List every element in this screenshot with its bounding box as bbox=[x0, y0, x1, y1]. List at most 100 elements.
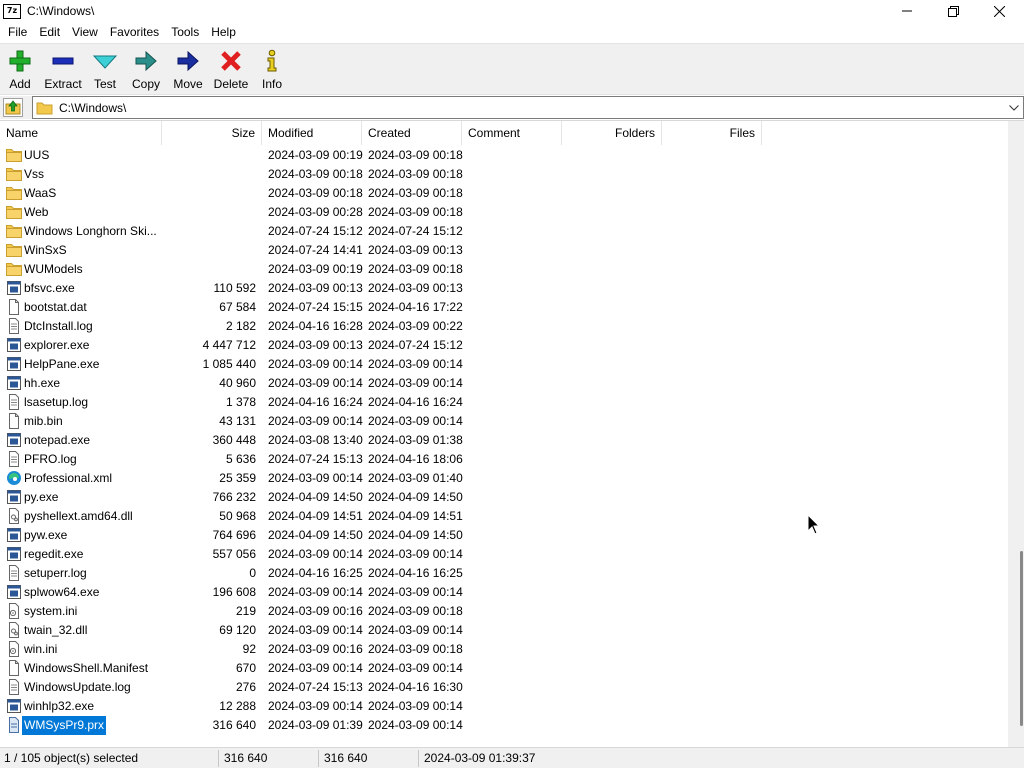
file-row[interactable]: HelpPane.exe 1 085 440 2024-03-09 00:14 202… bbox=[0, 355, 1008, 374]
file-row[interactable]: Windows Longhorn Ski... 2024-07-24 15:12 2… bbox=[0, 222, 1008, 241]
file-row[interactable]: Professional.xml 25 359 2024-03-09 00:14 20… bbox=[0, 469, 1008, 488]
file-size: 1 085 440 bbox=[202, 357, 256, 371]
file-modified: 2024-03-09 00:28 bbox=[268, 205, 363, 219]
file-size: 196 608 bbox=[212, 585, 256, 599]
file-row[interactable]: UUS 2024-03-09 00:19 2024-03-09 00:18 bbox=[0, 146, 1008, 165]
file-row[interactable]: lsasetup.log 1 378 2024-04-16 16:24 2024-04… bbox=[0, 393, 1008, 412]
restore-icon bbox=[947, 5, 959, 17]
file-row[interactable]: py.exe 766 232 2024-04-09 14:50 2024-04-09 … bbox=[0, 488, 1008, 507]
application-icon bbox=[7, 281, 21, 295]
file-size: 69 120 bbox=[219, 623, 256, 637]
status-selection: 1 / 105 object(s) selected bbox=[4, 751, 139, 765]
up-folder-button[interactable] bbox=[3, 98, 23, 117]
status-modified: 2024-03-09 01:39:37 bbox=[424, 751, 536, 765]
close-icon bbox=[993, 5, 1005, 17]
file-row[interactable]: bfsvc.exe 110 592 2024-03-09 00:13 2024-03-… bbox=[0, 279, 1008, 298]
toolbar: Add Extract Test Copy Move Delete Info bbox=[0, 43, 1024, 95]
menu-view[interactable]: View bbox=[66, 22, 104, 43]
column-comment[interactable]: Comment bbox=[462, 121, 562, 145]
file-row[interactable]: DtcInstall.log 2 182 2024-04-16 16:28 2024-… bbox=[0, 317, 1008, 336]
scrollbar-thumb[interactable] bbox=[1020, 551, 1023, 726]
text-file-icon bbox=[9, 394, 19, 410]
file-size: 766 232 bbox=[212, 490, 256, 504]
file-row[interactable]: WindowsShell.Manifest 670 2024-03-09 00:14… bbox=[0, 659, 1008, 678]
file-created: 2024-03-09 00:14 bbox=[368, 357, 463, 371]
file-created: 2024-07-24 15:12 bbox=[368, 224, 463, 238]
status-packed-size: 316 640 bbox=[324, 751, 368, 765]
close-button[interactable] bbox=[976, 0, 1022, 22]
column-folders[interactable]: Folders bbox=[562, 121, 662, 145]
menu-edit[interactable]: Edit bbox=[33, 22, 66, 43]
file-row[interactable]: bootstat.dat 67 584 2024-07-24 15:15 2024-0… bbox=[0, 298, 1008, 317]
copy-label: Copy bbox=[131, 77, 160, 91]
extract-button[interactable]: Extract bbox=[42, 47, 84, 91]
file-created: 2024-07-24 15:12 bbox=[368, 338, 463, 352]
file-modified: 2024-03-09 00:13 bbox=[268, 281, 363, 295]
file-created: 2024-03-09 00:14 bbox=[368, 376, 463, 390]
column-modified[interactable]: Modified bbox=[262, 121, 362, 145]
file-row[interactable]: system.ini 219 2024-03-09 00:16 2024-03-09 … bbox=[0, 602, 1008, 621]
delete-button[interactable]: Delete bbox=[212, 47, 250, 91]
move-button[interactable]: Move bbox=[172, 47, 204, 91]
file-row[interactable]: notepad.exe 360 448 2024-03-08 13:40 2024-0… bbox=[0, 431, 1008, 450]
folder-up-icon bbox=[5, 100, 21, 115]
file-row[interactable]: PFRO.log 5 636 2024-07-24 15:13 2024-04-16 … bbox=[0, 450, 1008, 469]
file-name: py.exe bbox=[24, 490, 59, 504]
menu-help[interactable]: Help bbox=[205, 22, 242, 43]
column-size[interactable]: Size bbox=[162, 121, 262, 145]
extract-label: Extract bbox=[44, 77, 82, 91]
file-row[interactable]: winhlp32.exe 12 288 2024-03-09 00:14 2024-0… bbox=[0, 697, 1008, 716]
file-name: system.ini bbox=[24, 604, 78, 618]
file-row[interactable]: splwow64.exe 196 608 2024-03-09 00:14 2024-… bbox=[0, 583, 1008, 602]
file-name: DtcInstall.log bbox=[24, 319, 93, 333]
file-row[interactable]: pyw.exe 764 696 2024-04-09 14:50 2024-04-09… bbox=[0, 526, 1008, 545]
maximize-button[interactable] bbox=[930, 0, 976, 22]
copy-button[interactable]: Copy bbox=[130, 47, 162, 91]
test-button[interactable]: Test bbox=[90, 47, 120, 91]
file-row[interactable]: WindowsUpdate.log 276 2024-07-24 15:13 2024… bbox=[0, 678, 1008, 697]
menu-tools[interactable]: Tools bbox=[165, 22, 205, 43]
file-row[interactable]: WaaS 2024-03-09 00:18 2024-03-09 00:18 bbox=[0, 184, 1008, 203]
file-created: 2024-03-09 00:14 bbox=[368, 585, 463, 599]
address-bar[interactable]: C:\Windows\ bbox=[32, 96, 1024, 119]
file-size: 40 960 bbox=[219, 376, 256, 390]
file-modified: 2024-03-09 00:14 bbox=[268, 547, 363, 561]
file-icon bbox=[9, 413, 19, 429]
add-button[interactable]: Add bbox=[4, 47, 36, 91]
vertical-scrollbar[interactable] bbox=[1008, 121, 1024, 747]
file-row[interactable]: regedit.exe 557 056 2024-03-09 00:14 2024-0… bbox=[0, 545, 1008, 564]
file-modified: 2024-04-09 14:51 bbox=[268, 509, 363, 523]
file-modified: 2024-04-09 14:50 bbox=[268, 528, 363, 542]
file-row[interactable]: pyshellext.amd64.dll 50 968 2024-04-09 14:… bbox=[0, 507, 1008, 526]
file-row[interactable]: WMSysPr9.prx 316 640 2024-03-09 01:39 2024-… bbox=[0, 715, 1008, 736]
file-row[interactable]: WinSxS 2024-07-24 14:41 2024-03-09 00:13 bbox=[0, 241, 1008, 260]
settings-file-icon bbox=[9, 641, 19, 657]
address-dropdown-button[interactable] bbox=[1007, 100, 1021, 116]
file-row[interactable]: setuperr.log 0 2024-04-16 16:25 2024-04-16 … bbox=[0, 564, 1008, 583]
file-list[interactable]: Name Size Modified Created Comment Folde… bbox=[0, 120, 1024, 747]
file-row[interactable]: WUModels 2024-03-09 00:19 2024-03-09 00:18 bbox=[0, 260, 1008, 279]
file-name: bootstat.dat bbox=[24, 300, 87, 314]
file-modified: 2024-07-24 15:15 bbox=[268, 300, 363, 314]
column-files[interactable]: Files bbox=[662, 121, 762, 145]
info-button[interactable]: Info bbox=[258, 47, 286, 91]
column-name[interactable]: Name bbox=[0, 121, 162, 145]
file-row[interactable]: mib.bin 43 131 2024-03-09 00:14 2024-03-09 … bbox=[0, 412, 1008, 431]
file-row[interactable]: win.ini 92 2024-03-09 00:16 2024-03-09 00:1… bbox=[0, 640, 1008, 659]
file-row[interactable]: hh.exe 40 960 2024-03-09 00:14 2024-03-09 0… bbox=[0, 374, 1008, 393]
file-row[interactable]: Vss 2024-03-09 00:18 2024-03-09 00:18 bbox=[0, 165, 1008, 184]
file-modified: 2024-03-09 01:39 bbox=[268, 718, 363, 732]
file-modified: 2024-03-09 00:16 bbox=[268, 642, 363, 656]
file-row[interactable]: Web 2024-03-09 00:28 2024-03-09 00:18 bbox=[0, 203, 1008, 222]
menu-file[interactable]: File bbox=[0, 22, 33, 43]
file-row[interactable]: explorer.exe 4 447 712 2024-03-09 00:13 202… bbox=[0, 336, 1008, 355]
copy-icon bbox=[135, 50, 157, 72]
menu-favorites[interactable]: Favorites bbox=[104, 22, 165, 43]
file-name: HelpPane.exe bbox=[24, 357, 100, 371]
column-created[interactable]: Created bbox=[362, 121, 462, 145]
file-modified: 2024-03-09 00:13 bbox=[268, 338, 363, 352]
file-modified: 2024-04-16 16:24 bbox=[268, 395, 363, 409]
info-label: Info bbox=[261, 77, 282, 91]
file-row[interactable]: twain_32.dll 69 120 2024-03-09 00:14 2024-0… bbox=[0, 621, 1008, 640]
minimize-button[interactable] bbox=[884, 0, 930, 22]
